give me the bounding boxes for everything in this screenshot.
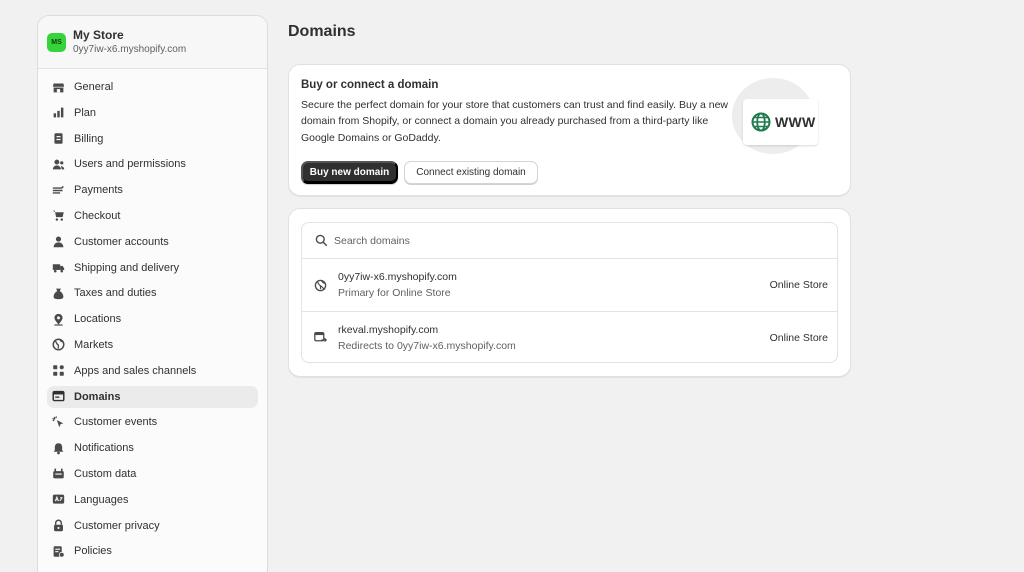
- sidebar-item-custom-data[interactable]: Custom data: [47, 463, 258, 485]
- domain-status: Primary for Online Store: [338, 287, 451, 299]
- sidebar-item-languages[interactable]: Languages: [47, 489, 258, 511]
- cart-icon: [52, 209, 65, 222]
- billing-icon: [52, 132, 65, 145]
- sidebar-item-policies[interactable]: Policies: [47, 540, 258, 562]
- person-icon: [52, 235, 65, 248]
- sidebar-item-label: Locations: [74, 313, 122, 326]
- search-icon: [315, 234, 328, 247]
- buy-domain-card: Buy or connect a domain Secure the perfe…: [288, 64, 851, 196]
- sidebar-item-users[interactable]: Users and permissions: [47, 153, 258, 175]
- payments-icon: [52, 184, 65, 197]
- domain-channel: Online Store: [769, 279, 828, 291]
- sidebar-item-label: Payments: [74, 184, 123, 197]
- domain-name[interactable]: 0yy7iw-x6.myshopify.com: [338, 269, 770, 285]
- sidebar-item-shipping[interactable]: Shipping and delivery: [47, 257, 258, 279]
- globe-icon: [52, 338, 65, 351]
- buy-card-title: Buy or connect a domain: [301, 79, 439, 91]
- store-avatar: MS: [47, 32, 66, 52]
- sidebar-item-apps[interactable]: Apps and sales channels: [47, 360, 258, 382]
- redirect-domain-icon: [314, 331, 328, 344]
- database-icon: [52, 467, 65, 480]
- sidebar-item-label: Domains: [74, 390, 121, 403]
- search-domains-field[interactable]: Search domains: [302, 223, 837, 259]
- location-icon: [52, 313, 65, 326]
- sidebar-item-label: Billing: [74, 132, 104, 145]
- sidebar-item-label: Checkout: [74, 209, 121, 222]
- store-domain: 0yy7iw-x6.myshopify.com: [73, 43, 187, 55]
- sidebar-item-label: Shipping and delivery: [74, 261, 180, 274]
- sidebar-item-taxes[interactable]: Taxes and duties: [47, 282, 258, 304]
- sidebar-item-payments[interactable]: Payments: [47, 179, 258, 201]
- search-domains-placeholder: Search domains: [334, 234, 410, 247]
- sidebar-item-general[interactable]: General: [47, 76, 258, 98]
- sidebar-item-label: Customer privacy: [74, 519, 160, 532]
- domain-row[interactable]: 0yy7iw-x6.myshopify.com Primary for Onli…: [302, 259, 837, 311]
- sidebar-item-label: Markets: [74, 338, 114, 351]
- cursor-icon: [52, 416, 65, 429]
- store-header[interactable]: MS My Store 0yy7iw-x6.myshopify.com: [38, 16, 267, 69]
- buy-card-description: Secure the perfect domain for your store…: [301, 99, 729, 144]
- domains-icon: [52, 390, 65, 403]
- store-icon: [52, 81, 65, 94]
- sidebar-item-label: Users and permissions: [74, 158, 186, 171]
- sidebar-item-plan[interactable]: Plan: [47, 102, 258, 124]
- plan-icon: [52, 106, 65, 119]
- sidebar-item-domains[interactable]: Domains: [47, 385, 258, 408]
- apps-icon: [52, 364, 65, 377]
- connect-existing-domain-button[interactable]: Connect existing domain: [404, 161, 538, 184]
- sidebar-item-label: Apps and sales channels: [74, 364, 197, 377]
- sidebar-item-label: Taxes and duties: [74, 287, 157, 300]
- domains-list: Search domains 0yy7iw-x6.myshopify.com P…: [301, 222, 838, 363]
- users-icon: [52, 158, 65, 171]
- sidebar-item-label: Customer accounts: [74, 235, 169, 248]
- sidebar-item-markets[interactable]: Markets: [47, 334, 258, 356]
- www-text: WWW: [775, 114, 816, 130]
- sidebar-item-label: Notifications: [74, 442, 134, 455]
- sidebar-item-customer-privacy[interactable]: Customer privacy: [47, 515, 258, 537]
- language-icon: [52, 493, 65, 506]
- globe-illustration-icon: [751, 112, 771, 132]
- sidebar-item-notifications[interactable]: Notifications: [47, 437, 258, 459]
- sidebar-item-locations[interactable]: Locations: [47, 308, 258, 330]
- domains-list-card: Search domains 0yy7iw-x6.myshopify.com P…: [288, 208, 851, 377]
- sidebar-item-label: Plan: [74, 106, 97, 119]
- domain-name[interactable]: rkeval.myshopify.com: [338, 322, 770, 338]
- settings-nav: General Plan Billing Users and permissio…: [38, 69, 267, 562]
- sidebar-item-customer-events[interactable]: Customer events: [47, 411, 258, 433]
- buy-new-domain-button[interactable]: Buy new domain: [301, 161, 398, 184]
- domain-row[interactable]: rkeval.myshopify.com Redirects to 0yy7iw…: [302, 311, 837, 362]
- sidebar-item-label: General: [74, 81, 114, 93]
- sidebar-item-label: Custom data: [74, 467, 137, 480]
- settings-sidebar: MS My Store 0yy7iw-x6.myshopify.com Gene…: [37, 15, 268, 572]
- truck-icon: [52, 261, 65, 274]
- sidebar-item-checkout[interactable]: Checkout: [47, 205, 258, 227]
- lock-icon: [52, 519, 65, 532]
- sidebar-item-label: Languages: [74, 493, 129, 506]
- bell-icon: [52, 442, 65, 455]
- page-title: Domains: [288, 23, 356, 40]
- policy-icon: [52, 545, 65, 558]
- sidebar-item-label: Policies: [74, 545, 112, 558]
- sidebar-item-label: Customer events: [74, 416, 158, 429]
- sidebar-item-billing[interactable]: Billing: [47, 128, 258, 150]
- sidebar-item-customer-accounts[interactable]: Customer accounts: [47, 231, 258, 253]
- store-name: My Store: [73, 27, 124, 42]
- primary-domain-icon: [314, 279, 327, 292]
- domain-status: Redirects to 0yy7iw-x6.myshopify.com: [338, 339, 516, 352]
- domain-channel: Online Store: [769, 331, 828, 344]
- www-illustration: WWW: [743, 99, 818, 145]
- tax-icon: [52, 287, 65, 300]
